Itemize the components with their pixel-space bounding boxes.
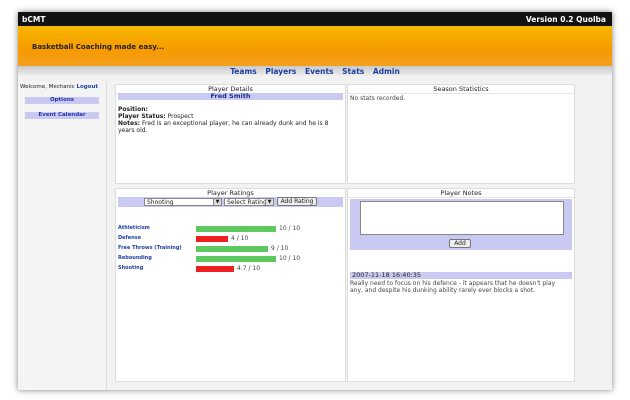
rating-bar <box>196 256 276 262</box>
version-label: Version 0.2 Quolba <box>525 15 606 24</box>
season-statistics-title: Season Statistics <box>348 85 574 94</box>
nav-admin[interactable]: Admin <box>373 67 400 76</box>
rating-value: 10 / 10 <box>279 225 301 232</box>
rating-bar <box>196 236 228 242</box>
rating-form: Shooting ▼ Select Rating ▼ Add Rating <box>118 197 343 207</box>
note-form: Add <box>350 199 572 250</box>
add-rating-button[interactable]: Add Rating <box>277 197 317 206</box>
rating-bar <box>196 266 234 272</box>
status-label: Player Status: <box>118 113 166 120</box>
nav-teams[interactable]: Teams <box>230 67 257 76</box>
player-notes-title: Player Notes <box>348 189 574 198</box>
player-details-panel: Player Details Fred Smith Position: Play… <box>115 84 346 184</box>
options-button[interactable]: Options <box>25 97 99 104</box>
rating-label: Athleticism <box>118 225 150 231</box>
rating-select-value: Select Rating <box>227 199 267 206</box>
logout-link[interactable]: Logout <box>76 84 98 90</box>
rating-select[interactable]: Select Rating ▼ <box>224 198 274 206</box>
note-text: Really need to focus on his defence - it… <box>350 280 556 294</box>
rating-label: Defense <box>118 235 142 241</box>
notes-line: Notes: Fred is an exceptional player, he… <box>118 120 338 134</box>
main-nav: Teams Players Events Stats Admin <box>18 67 612 76</box>
nav-stats[interactable]: Stats <box>342 67 364 76</box>
welcome-line: Welcome, Mechanic Logout <box>20 84 98 90</box>
position-label: Position: <box>118 106 148 113</box>
category-select[interactable]: Shooting ▼ <box>144 198 222 206</box>
player-name: Fred Smith <box>118 93 343 100</box>
chevron-down-icon: ▼ <box>213 199 221 205</box>
no-stats-text: No stats recorded. <box>350 95 406 102</box>
player-notes-panel: Player Notes Add 2007-11-18 16:40:35 Rea… <box>347 188 575 382</box>
app-window: bCMT Version 0.2 Quolba Basketball Coach… <box>18 12 612 390</box>
welcome-text: Welcome, Mechanic <box>20 84 75 90</box>
title-bar: bCMT Version 0.2 Quolba <box>18 12 612 26</box>
chevron-down-icon: ▼ <box>265 199 273 205</box>
rating-label: Free Throws (Training) <box>118 245 182 251</box>
status-line: Player Status: Prospect <box>118 113 193 120</box>
rating-value: 9 / 10 <box>271 245 289 252</box>
nav-players[interactable]: Players <box>265 67 296 76</box>
rating-bar <box>196 246 268 252</box>
category-select-value: Shooting <box>147 199 174 206</box>
rating-label: Shooting <box>118 265 144 271</box>
note-textarea[interactable] <box>360 201 564 235</box>
season-statistics-panel: Season Statistics No stats recorded. <box>347 84 575 184</box>
header-banner: Basketball Coaching made easy... <box>18 26 612 66</box>
rating-label: Rebounding <box>118 255 152 261</box>
rating-value: 10 / 10 <box>279 255 301 262</box>
tagline: Basketball Coaching made easy... <box>32 43 165 51</box>
sidebar: Welcome, Mechanic Logout Options Event C… <box>18 82 107 390</box>
rating-bar <box>196 226 276 232</box>
nav-events[interactable]: Events <box>305 67 334 76</box>
event-calendar-button[interactable]: Event Calendar <box>25 112 99 119</box>
rating-value: 4 / 10 <box>231 235 249 242</box>
notes-value: Fred is an exceptional player, he can al… <box>118 120 329 134</box>
rating-value: 4.7 / 10 <box>237 265 261 272</box>
app-title: bCMT <box>22 15 46 24</box>
player-ratings-panel: Player Ratings Shooting ▼ Select Rating … <box>115 188 346 382</box>
status-value: Prospect <box>167 113 194 120</box>
notes-label: Notes: <box>118 120 141 127</box>
note-timestamp: 2007-11-18 16:40:35 <box>350 272 572 279</box>
add-note-button[interactable]: Add <box>449 239 471 248</box>
